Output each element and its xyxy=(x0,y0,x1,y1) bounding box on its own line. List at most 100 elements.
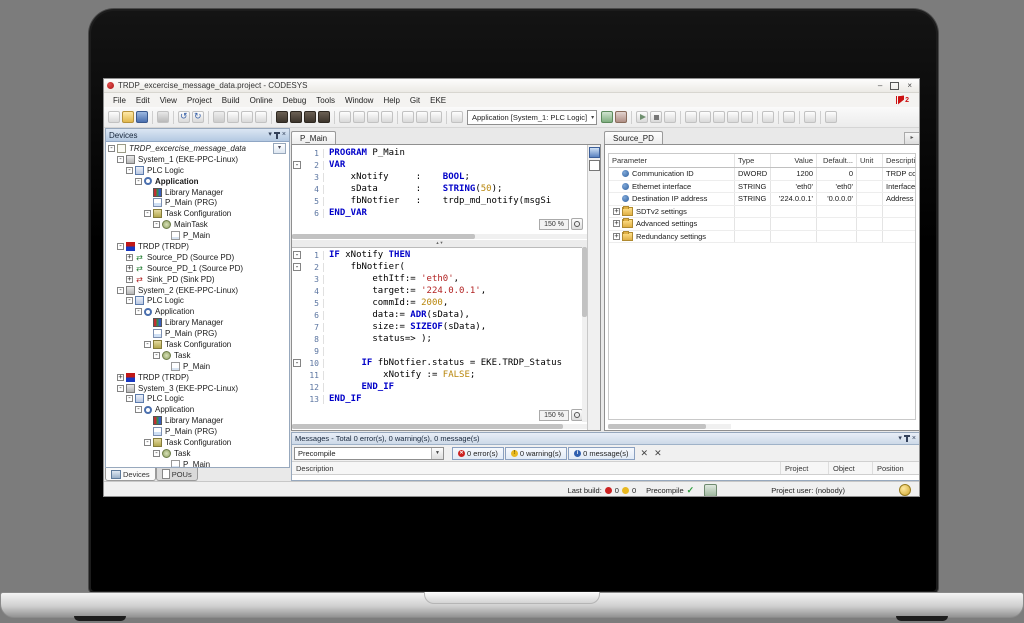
pin-icon[interactable] xyxy=(273,131,280,139)
tree-expander[interactable]: - xyxy=(126,166,133,174)
tree-item[interactable]: - PLC Logic xyxy=(106,295,289,306)
tree-expander[interactable]: - xyxy=(153,221,160,229)
flow-control-icon[interactable] xyxy=(783,111,796,123)
cursor-tool-icon[interactable] xyxy=(588,147,600,158)
tree-item[interactable]: + ⇄ Sink_PD (Sink PD) xyxy=(106,274,289,285)
menu-tools[interactable]: Tools xyxy=(311,96,340,105)
minimize-button[interactable]: – xyxy=(878,81,882,91)
new-file-icon[interactable] xyxy=(108,111,120,123)
tree-item[interactable]: - Application xyxy=(106,306,289,317)
delete-icon[interactable] xyxy=(255,111,267,123)
code-line[interactable]: 4 target:= '224.0.0.1', xyxy=(292,285,587,297)
parameter-cell[interactable]: Address to send PD, can be multicast gro… xyxy=(883,193,915,205)
errors-toggle-button[interactable]: ✕ 0 error(s) xyxy=(452,446,504,460)
replace-next-icon[interactable] xyxy=(318,111,330,123)
code-line[interactable]: -10 IF fbNotfier.status = EKE.TRDP_Statu… xyxy=(292,357,587,369)
tree-expander[interactable]: + xyxy=(126,275,133,283)
panel-close-icon[interactable]: × xyxy=(282,131,286,139)
tree-expander[interactable]: - xyxy=(135,308,142,316)
tree-item[interactable]: + TRDP (TRDP) xyxy=(106,372,289,383)
tree-item[interactable]: -P_Main (PRG) xyxy=(106,197,289,208)
tree-expander[interactable]: - xyxy=(126,297,133,305)
parameter-cell[interactable] xyxy=(817,218,857,230)
parameter-cell[interactable] xyxy=(883,206,915,218)
clear-all-messages-icon[interactable]: ✕ xyxy=(654,448,662,458)
col-description[interactable]: Description xyxy=(883,154,915,167)
code-line[interactable]: 4 sData : STRING(50); xyxy=(292,183,587,195)
col-object[interactable]: Object xyxy=(828,462,872,474)
find-next-icon[interactable] xyxy=(290,111,302,123)
parameter-row[interactable]: -Destination IP addressSTRING'224.0.0.1'… xyxy=(609,193,915,206)
col-project[interactable]: Project xyxy=(780,462,828,474)
parameter-cell[interactable]: 'eth0' xyxy=(817,180,857,192)
tree-expander[interactable]: - xyxy=(117,242,124,250)
parameter-cell[interactable] xyxy=(857,230,883,242)
parameter-cell[interactable] xyxy=(735,230,771,242)
row-expander[interactable]: + xyxy=(613,207,620,215)
declaration-hscrollbar[interactable] xyxy=(292,234,587,239)
tree-expander[interactable]: - xyxy=(108,144,115,152)
tree-expander[interactable]: + xyxy=(117,373,124,381)
force-values-icon[interactable] xyxy=(804,111,817,123)
box-tool-icon[interactable] xyxy=(588,160,600,171)
tree-item[interactable]: + ⇄ Source_PD_1 (Source PD) xyxy=(106,263,289,274)
tab-devices[interactable]: Devices xyxy=(105,468,156,481)
tree-item[interactable]: - Application xyxy=(106,176,289,187)
menu-project[interactable]: Project xyxy=(182,96,217,105)
panel-close-icon[interactable]: × xyxy=(912,435,916,443)
parameter-cell[interactable]: STRING xyxy=(735,193,771,205)
tree-expander[interactable]: - xyxy=(153,351,160,359)
compare-icon[interactable] xyxy=(402,111,414,123)
code-line[interactable]: 5 commId:= 2000, xyxy=(292,297,587,309)
tree-item[interactable]: -Library Manager xyxy=(106,415,289,426)
save-icon[interactable] xyxy=(136,111,148,123)
col-value[interactable]: Value xyxy=(771,154,817,167)
tree-item[interactable]: - PLC Logic xyxy=(106,165,289,176)
parameter-cell[interactable]: TRDP communication ID. Unique identifier… xyxy=(883,168,915,180)
tree-item[interactable]: -P_Main xyxy=(106,361,289,372)
undo-icon[interactable] xyxy=(178,111,190,123)
copy-icon[interactable] xyxy=(227,111,239,123)
parameter-row[interactable]: -Ethernet interfaceSTRING'eth0''eth0'Int… xyxy=(609,180,915,193)
tab-pous[interactable]: POUs xyxy=(155,468,198,481)
tree-expander[interactable]: - xyxy=(135,177,142,185)
code-line[interactable]: 12 END_IF xyxy=(292,381,587,393)
implementation-editor[interactable]: -1 IF xNotify THEN -2 fbNotfier(3 ethItf:=… xyxy=(292,247,587,430)
code-line[interactable]: 13 END_IF xyxy=(292,393,587,405)
tab-source-pd[interactable]: Source_PD xyxy=(604,131,663,144)
parameter-cell[interactable]: Interface to the destination address. xyxy=(883,181,915,193)
declaration-zoom-control[interactable]: 150 % xyxy=(539,218,583,230)
parameter-cell[interactable] xyxy=(771,230,817,242)
code-line[interactable]: 11 xNotify := FALSE; xyxy=(292,369,587,381)
implementation-vscrollbar[interactable] xyxy=(582,247,587,422)
notification-flag[interactable]: 2 xyxy=(896,95,915,105)
safe-mode-icon[interactable] xyxy=(704,483,718,496)
parameter-cell[interactable]: 1200 xyxy=(771,168,817,180)
bookmark-clear-icon[interactable] xyxy=(381,111,393,123)
tree-expander[interactable]: - xyxy=(117,155,124,163)
bookmark-next-icon[interactable] xyxy=(367,111,379,123)
code-line[interactable]: -2 VAR xyxy=(292,159,587,171)
warnings-toggle-button[interactable]: ! 0 warning(s) xyxy=(504,446,568,460)
logout-icon[interactable] xyxy=(615,111,628,123)
tree-expander[interactable]: + xyxy=(126,253,133,261)
tree-item[interactable]: -P_Main (PRG) xyxy=(106,426,289,437)
code-line[interactable]: 7 size:= SIZEOF(sData), xyxy=(292,321,587,333)
find-replace-icon[interactable] xyxy=(304,111,316,123)
code-line[interactable]: 6 data:= ADR(sData), xyxy=(292,309,587,321)
parameter-row[interactable]: -Communication IDDWORD12000TRDP communic… xyxy=(609,168,915,181)
parameter-cell[interactable]: 0 xyxy=(817,168,857,180)
menu-build[interactable]: Build xyxy=(217,96,245,105)
parameter-row[interactable]: + Redundancy settings xyxy=(609,230,915,243)
export-icon[interactable] xyxy=(416,111,428,123)
menu-git[interactable]: Git xyxy=(405,96,425,105)
tree-item[interactable]: - Task Configuration xyxy=(106,339,289,350)
col-type[interactable]: Type xyxy=(735,154,771,167)
parameter-cell[interactable]: STRING xyxy=(735,180,771,192)
tree-item[interactable]: -P_Main xyxy=(106,459,289,467)
parameter-cell[interactable] xyxy=(771,205,817,217)
login-icon[interactable] xyxy=(601,111,614,123)
tree-expander[interactable]: - xyxy=(117,384,124,392)
code-line[interactable]: 3 ethItf:= 'eth0', xyxy=(292,273,587,285)
tree-item[interactable]: - System_1 (EKE-PPC-Linux) xyxy=(106,154,289,165)
